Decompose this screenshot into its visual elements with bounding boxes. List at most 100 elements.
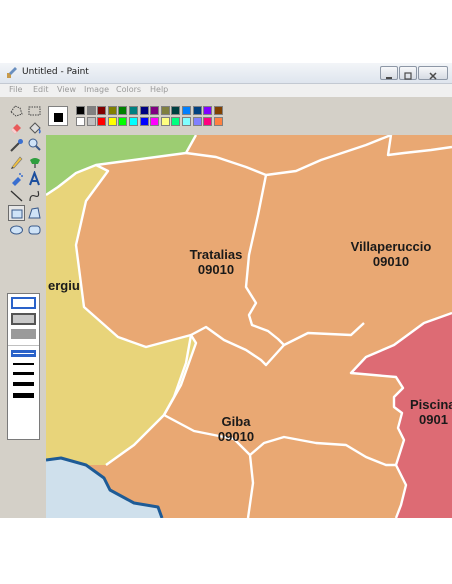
color-swatch[interactable]	[213, 117, 223, 126]
airbrush-icon	[12, 173, 23, 186]
color-swatch[interactable]	[203, 117, 213, 126]
region-name: Villaperuccio	[350, 239, 432, 254]
color-swatch[interactable]	[171, 117, 181, 126]
pencil-icon	[11, 156, 23, 169]
region-code: 0901	[419, 412, 448, 427]
color-swatch[interactable]	[139, 117, 149, 126]
text-icon	[29, 171, 40, 186]
paint-brush-icon	[7, 67, 17, 78]
curve-icon	[29, 190, 40, 202]
foreground-color	[53, 112, 64, 123]
title-bar[interactable]: Untitled - Paint	[0, 63, 452, 84]
polygon-tool[interactable]	[26, 205, 43, 221]
color-swatch[interactable]	[76, 106, 85, 115]
color-swatch[interactable]	[86, 106, 96, 115]
color-swatch[interactable]	[118, 117, 128, 126]
label-tratalias: Tratalias 09010	[166, 247, 266, 277]
fill-style-outline[interactable]	[11, 297, 36, 309]
rounded-rectangle-tool[interactable]	[26, 222, 43, 238]
label-giba: Giba 09010	[196, 414, 276, 444]
minimize-icon	[386, 77, 392, 79]
polygon-icon	[28, 207, 41, 219]
menu-view[interactable]: View	[57, 85, 76, 94]
region-code: 09010	[217, 429, 255, 444]
line-width-4[interactable]	[13, 382, 34, 386]
magnifier-tool[interactable]	[26, 137, 43, 153]
ellipse-icon	[10, 225, 23, 235]
select-icon	[28, 106, 41, 116]
color-swatch[interactable]	[129, 106, 138, 115]
color-swatch[interactable]	[139, 106, 149, 115]
menu-colors[interactable]: Colors	[116, 85, 141, 94]
label-piscina: Piscina 0901	[410, 397, 452, 427]
region-name: Tratalias	[189, 247, 243, 262]
current-colors[interactable]	[48, 106, 68, 126]
window-title: Untitled - Paint	[22, 67, 89, 77]
color-swatch[interactable]	[107, 117, 117, 126]
minimize-button[interactable]	[380, 66, 398, 80]
fill-style-solid[interactable]	[11, 329, 36, 339]
ellipse-tool[interactable]	[8, 222, 25, 238]
rounded-rectangle-icon	[28, 225, 41, 235]
airbrush-tool[interactable]	[8, 171, 25, 187]
line-tool[interactable]	[8, 188, 25, 204]
line-width-3[interactable]	[13, 372, 34, 375]
color-swatch[interactable]	[129, 117, 138, 126]
color-swatch[interactable]	[171, 106, 181, 115]
rectangle-tool[interactable]	[8, 205, 25, 221]
region-code: 09010	[197, 262, 235, 277]
label-ergiu: ergiu	[48, 278, 80, 293]
color-swatch[interactable]	[97, 117, 107, 126]
paint-window: Untitled - Paint File Edit View Image Co…	[0, 63, 452, 518]
fill-tool[interactable]	[26, 120, 43, 136]
close-button[interactable]	[418, 66, 448, 80]
color-swatch[interactable]	[160, 117, 170, 126]
brush-tool[interactable]	[26, 154, 43, 170]
pencil-tool[interactable]	[8, 154, 25, 170]
label-villaperuccio: Villaperuccio 09010	[331, 239, 451, 269]
eraser-tool[interactable]	[8, 120, 25, 136]
region-name: Piscina	[410, 397, 452, 412]
color-swatch[interactable]	[118, 106, 128, 115]
color-swatch[interactable]	[86, 117, 96, 126]
color-swatch[interactable]	[150, 106, 160, 115]
line-icon	[10, 190, 23, 202]
map-image	[46, 135, 452, 518]
fill-icon	[29, 122, 41, 134]
menu-file[interactable]: File	[9, 85, 22, 94]
free-form-select-tool[interactable]	[8, 103, 25, 119]
menu-image[interactable]: Image	[84, 85, 109, 94]
rectangle-icon	[11, 209, 23, 219]
color-swatch[interactable]	[182, 117, 191, 126]
color-swatch[interactable]	[203, 106, 213, 115]
menu-bar: File Edit View Image Colors Help	[0, 84, 452, 97]
curve-tool[interactable]	[26, 188, 43, 204]
color-swatch[interactable]	[160, 106, 170, 115]
color-swatch[interactable]	[192, 117, 202, 126]
tool-options-box	[7, 293, 40, 440]
eraser-icon	[11, 124, 21, 134]
pick-color-icon	[10, 139, 23, 152]
menu-edit[interactable]: Edit	[33, 85, 49, 94]
line-width-2[interactable]	[13, 363, 34, 365]
color-swatch[interactable]	[76, 117, 85, 126]
color-swatch[interactable]	[107, 106, 117, 115]
drawing-canvas[interactable]: Tratalias 09010 Villaperuccio 09010 Giba…	[46, 135, 452, 518]
free-form-select-icon	[10, 105, 23, 117]
text-tool[interactable]	[26, 171, 43, 187]
region-code: 09010	[372, 254, 410, 269]
color-swatch[interactable]	[150, 117, 160, 126]
select-tool[interactable]	[26, 103, 43, 119]
color-swatch[interactable]	[182, 106, 191, 115]
line-width-1[interactable]	[11, 350, 36, 357]
pick-color-tool[interactable]	[8, 137, 25, 153]
color-swatch[interactable]	[213, 106, 223, 115]
menu-help[interactable]: Help	[150, 85, 168, 94]
fill-style-outline-fill[interactable]	[11, 313, 36, 325]
color-palette	[46, 103, 452, 135]
line-width-5[interactable]	[13, 393, 34, 398]
maximize-button[interactable]	[399, 66, 417, 80]
color-swatch[interactable]	[192, 106, 202, 115]
magnifier-icon	[28, 138, 41, 151]
color-swatch[interactable]	[97, 106, 107, 115]
